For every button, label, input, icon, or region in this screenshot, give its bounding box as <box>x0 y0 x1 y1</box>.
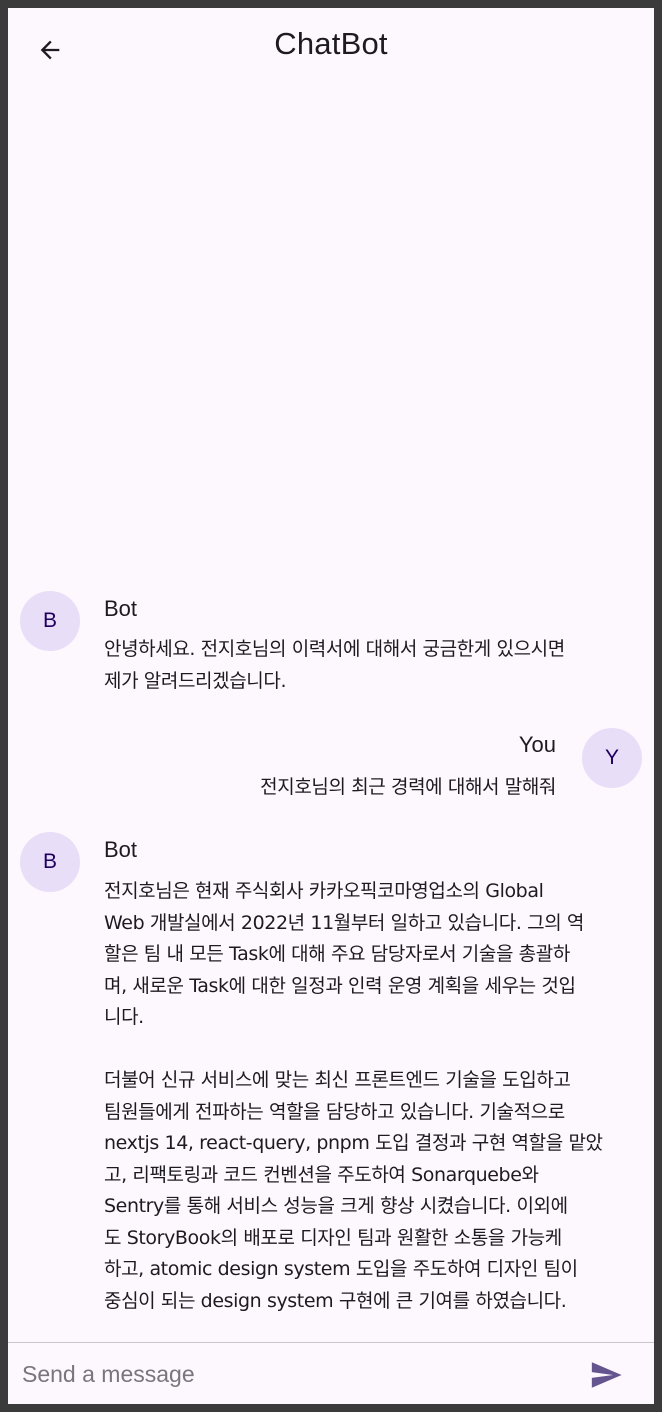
message-text: 전지호님의 최근 경력에 대해서 말해줘 <box>260 776 556 798</box>
chat-screen: ChatBot B Bot 안녕하세요. 전지호님의 이력서에 대해서 궁금한게… <box>8 8 654 1404</box>
sender-name: You <box>518 732 556 757</box>
composer <box>8 1343 654 1404</box>
sender-name: Bot <box>104 596 138 621</box>
sender-name: Bot <box>104 837 138 862</box>
app-bar: ChatBot <box>8 8 654 88</box>
page-title: ChatBot <box>274 26 388 61</box>
message-text: 안녕하세요. 전지호님의 이력서에 대해서 궁금한게 있으시면 제가 알려드리겠… <box>104 638 565 692</box>
send-button[interactable] <box>584 1353 628 1397</box>
user-avatar: Y <box>582 728 642 788</box>
message-text: 전지호님은 현재 주식회사 카카오픽코마영업소의 Global Web 개발실에… <box>104 880 603 1312</box>
send-icon <box>591 1362 622 1388</box>
bot-avatar: B <box>20 832 80 892</box>
bot-avatar: B <box>20 591 80 651</box>
message-input[interactable] <box>20 1353 564 1395</box>
